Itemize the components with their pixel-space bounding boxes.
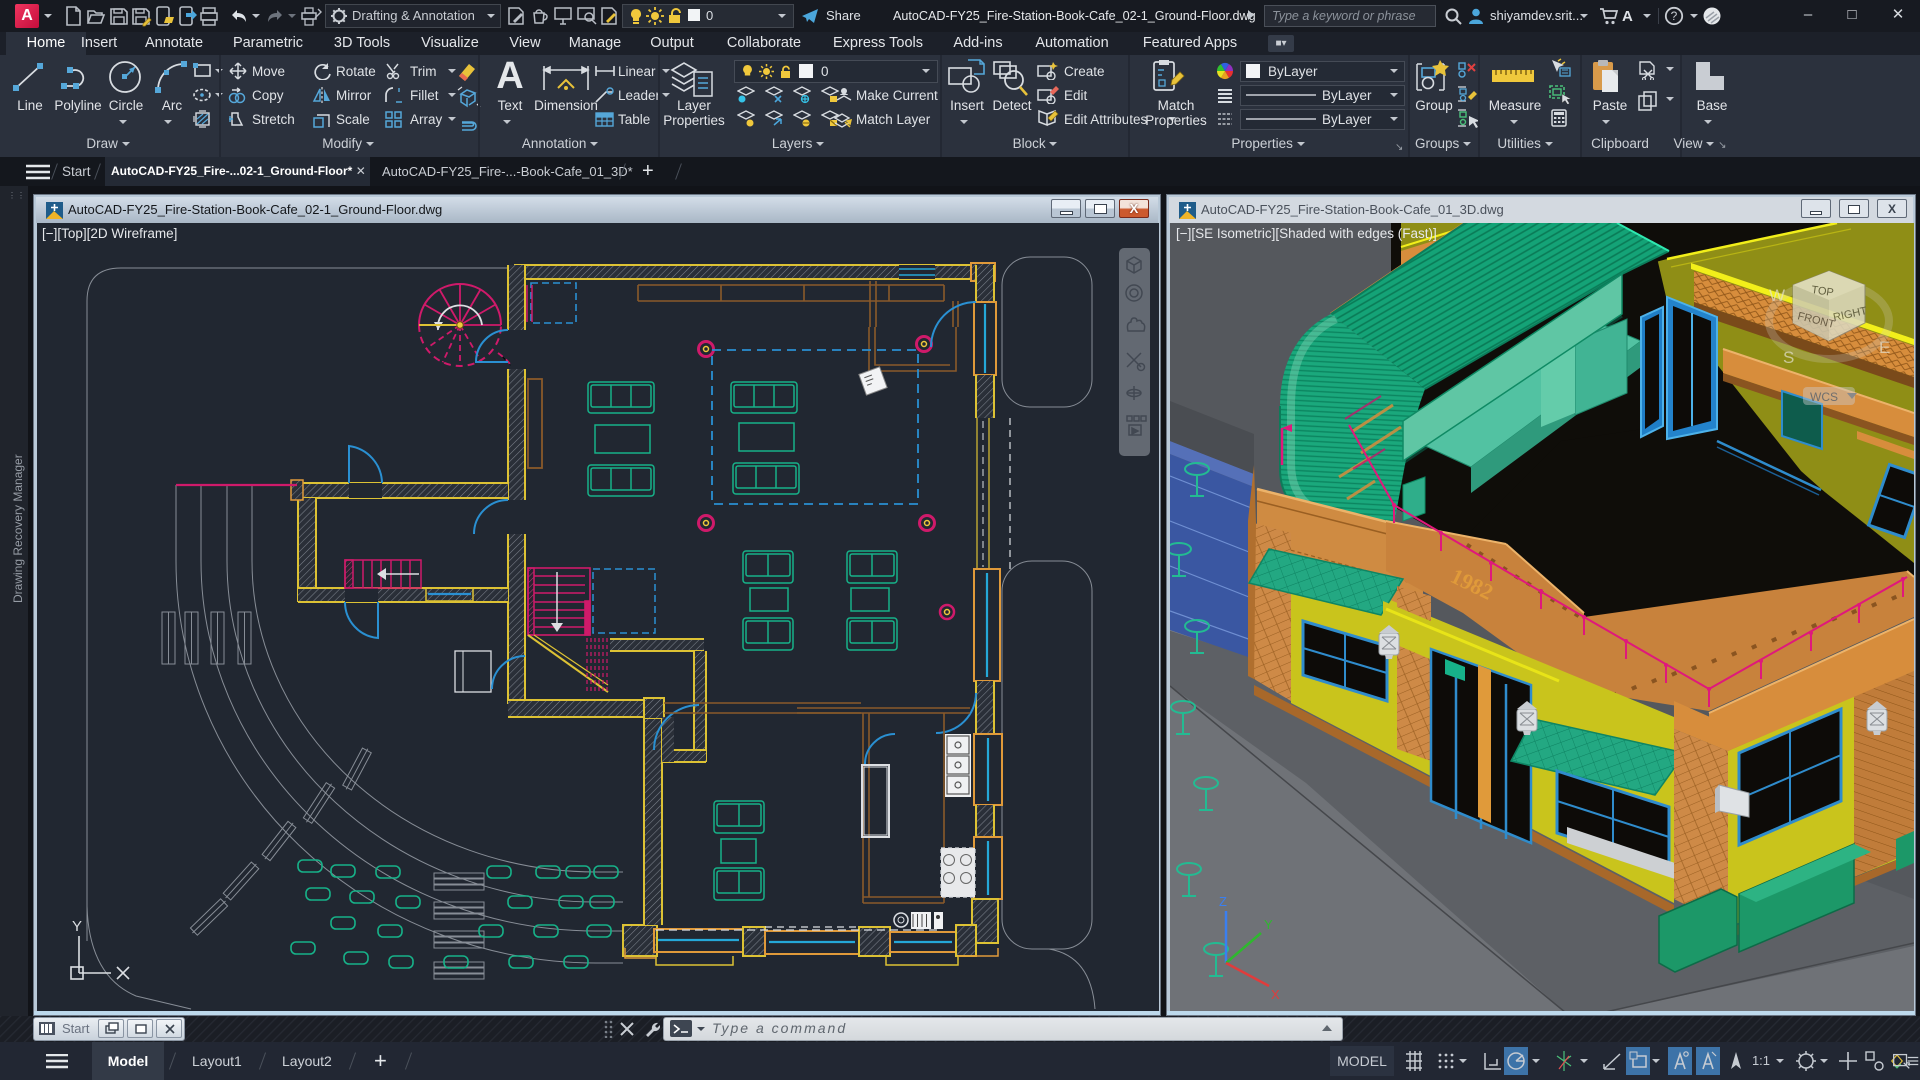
svg-text:[−][SE Isometric][Shaded with: [−][SE Isometric][Shaded with edges (Fas… [1176, 226, 1437, 241]
svg-text:[−][Top][2D Wireframe]: [−][Top][2D Wireframe] [42, 226, 177, 241]
svg-text:X: X [1271, 987, 1280, 1002]
svg-text:WCS: WCS [1810, 390, 1838, 404]
svg-text:Y: Y [1264, 917, 1273, 932]
svg-text:Z: Z [1219, 894, 1227, 909]
svg-text:W: W [1769, 286, 1785, 305]
svg-text:Y: Y [72, 918, 82, 935]
svg-text:S: S [1783, 348, 1794, 367]
svg-text:E: E [1879, 338, 1890, 357]
